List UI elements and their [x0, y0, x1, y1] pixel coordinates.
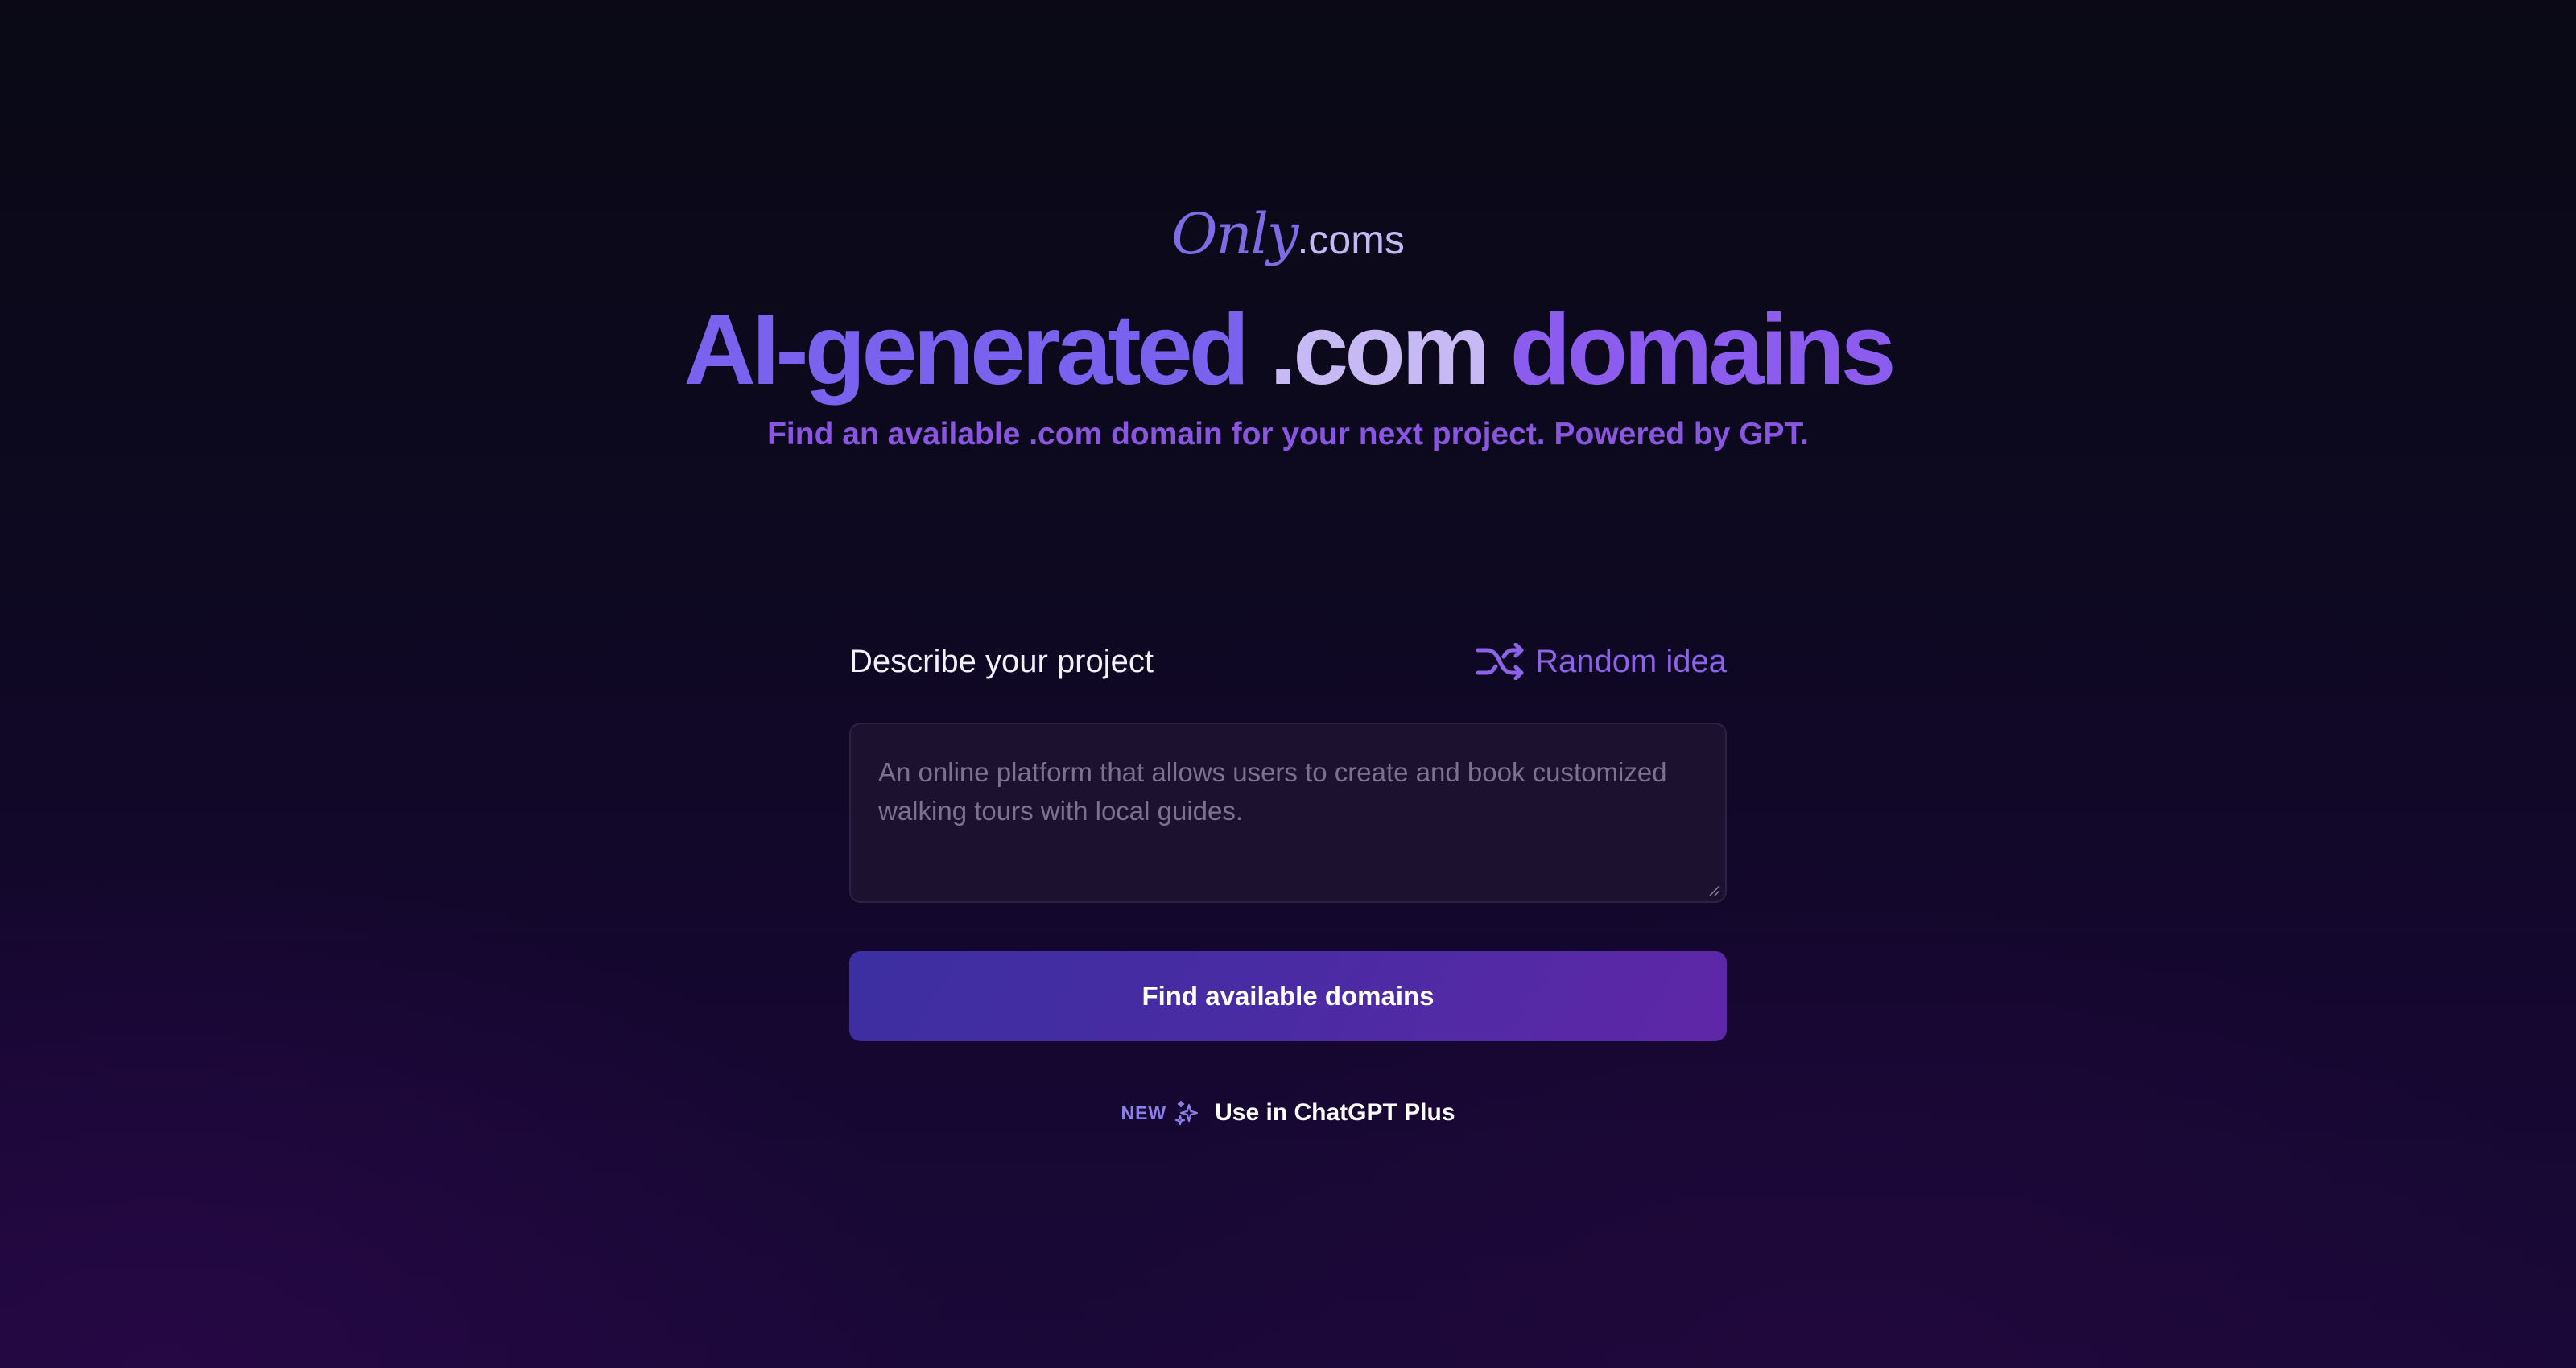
headline-part-com: .com [1269, 295, 1490, 406]
headline-part-ai-generated: AI-generated [683, 295, 1269, 406]
sparkles-icon [1174, 1100, 1200, 1126]
page-subtitle: Find an available .com domain for your n… [767, 417, 1809, 451]
random-idea-button[interactable]: Random idea [1476, 643, 1727, 680]
logo-suffix-text: .coms [1297, 217, 1405, 262]
shuffle-icon [1476, 643, 1525, 680]
new-badge: NEW [1121, 1102, 1167, 1123]
project-description-box [849, 723, 1727, 903]
resize-handle-icon[interactable] [1707, 884, 1720, 896]
project-description-label: Describe your project [849, 643, 1154, 679]
page-title: AI-generated .com domains [0, 294, 2576, 406]
domain-search-form: Describe your project Random idea Find a… [849, 636, 1727, 1127]
find-domains-button[interactable]: Find available domains [849, 951, 1727, 1041]
headline-part-domains: domains [1486, 295, 1897, 406]
project-description-input[interactable] [851, 724, 1725, 901]
logo: Only.coms [0, 201, 2576, 267]
form-header: Describe your project Random idea [849, 636, 1727, 687]
chatgpt-plus-link[interactable]: NEW Use in ChatGPT Plus [849, 1099, 1727, 1127]
logo-script-text: Only [1171, 201, 1298, 267]
chatgpt-plus-label: Use in ChatGPT Plus [1215, 1099, 1455, 1126]
random-idea-label: Random idea [1535, 643, 1727, 679]
